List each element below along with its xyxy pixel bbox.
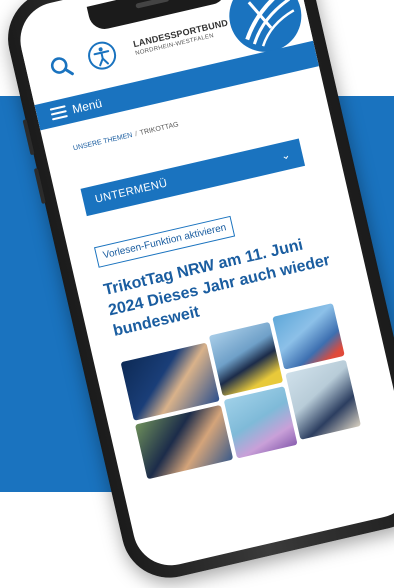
accessibility-icon[interactable] <box>84 38 120 74</box>
search-icon[interactable] <box>46 51 77 82</box>
photo-wheelchair <box>285 360 361 440</box>
submenu-label: UNTERMENÜ <box>94 177 169 205</box>
breadcrumb-current: TRIKOTTAG <box>139 121 179 137</box>
photo-players-jerseys <box>209 322 283 396</box>
speaker <box>135 0 169 9</box>
photo-pool-mat <box>224 386 298 458</box>
photo-slide <box>272 303 345 370</box>
breadcrumb: UNSERE THEMEN/TRIKOTTAG <box>73 121 180 152</box>
brand-wordmark[interactable]: LANDESSPORTBUND NORDRHEIN-WESTFALEN <box>132 18 231 57</box>
breadcrumb-separator: / <box>134 131 137 138</box>
chevron-down-icon: ⌄ <box>280 148 292 163</box>
menu-icon[interactable] <box>50 105 68 120</box>
submenu-dropdown[interactable]: UNTERMENÜ ⌄ <box>81 138 306 216</box>
menu-label[interactable]: Menü <box>71 96 103 116</box>
breadcrumb-parent-link[interactable]: UNSERE THEMEN <box>73 132 134 152</box>
